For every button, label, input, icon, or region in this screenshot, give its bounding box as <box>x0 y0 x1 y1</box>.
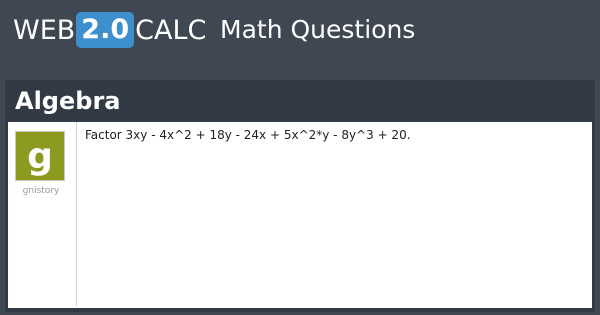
question-text: Factor 3xy - 4x^2 + 18y - 24x + 5x^2*y -… <box>85 128 411 142</box>
username-label[interactable]: gnistory <box>8 186 74 196</box>
question-panel: Algebra g gnistory Factor 3xy - 4x^2 + 1… <box>5 80 595 312</box>
logo-web-text: WEB <box>13 14 76 46</box>
logo-version-badge: 2.0 <box>76 12 135 48</box>
question-content: g gnistory Factor 3xy - 4x^2 + 18y - 24x… <box>8 122 592 308</box>
section-title: Algebra <box>15 87 121 115</box>
user-column: g gnistory <box>8 122 77 306</box>
site-header: WEB 2.0 CALC Math Questions <box>0 0 600 62</box>
avatar-letter: g <box>27 135 53 177</box>
site-logo[interactable]: WEB 2.0 CALC <box>13 12 206 48</box>
logo-calc-text: CALC <box>135 14 207 46</box>
avatar[interactable]: g <box>15 131 65 181</box>
page-header-title[interactable]: Math Questions <box>220 14 415 46</box>
